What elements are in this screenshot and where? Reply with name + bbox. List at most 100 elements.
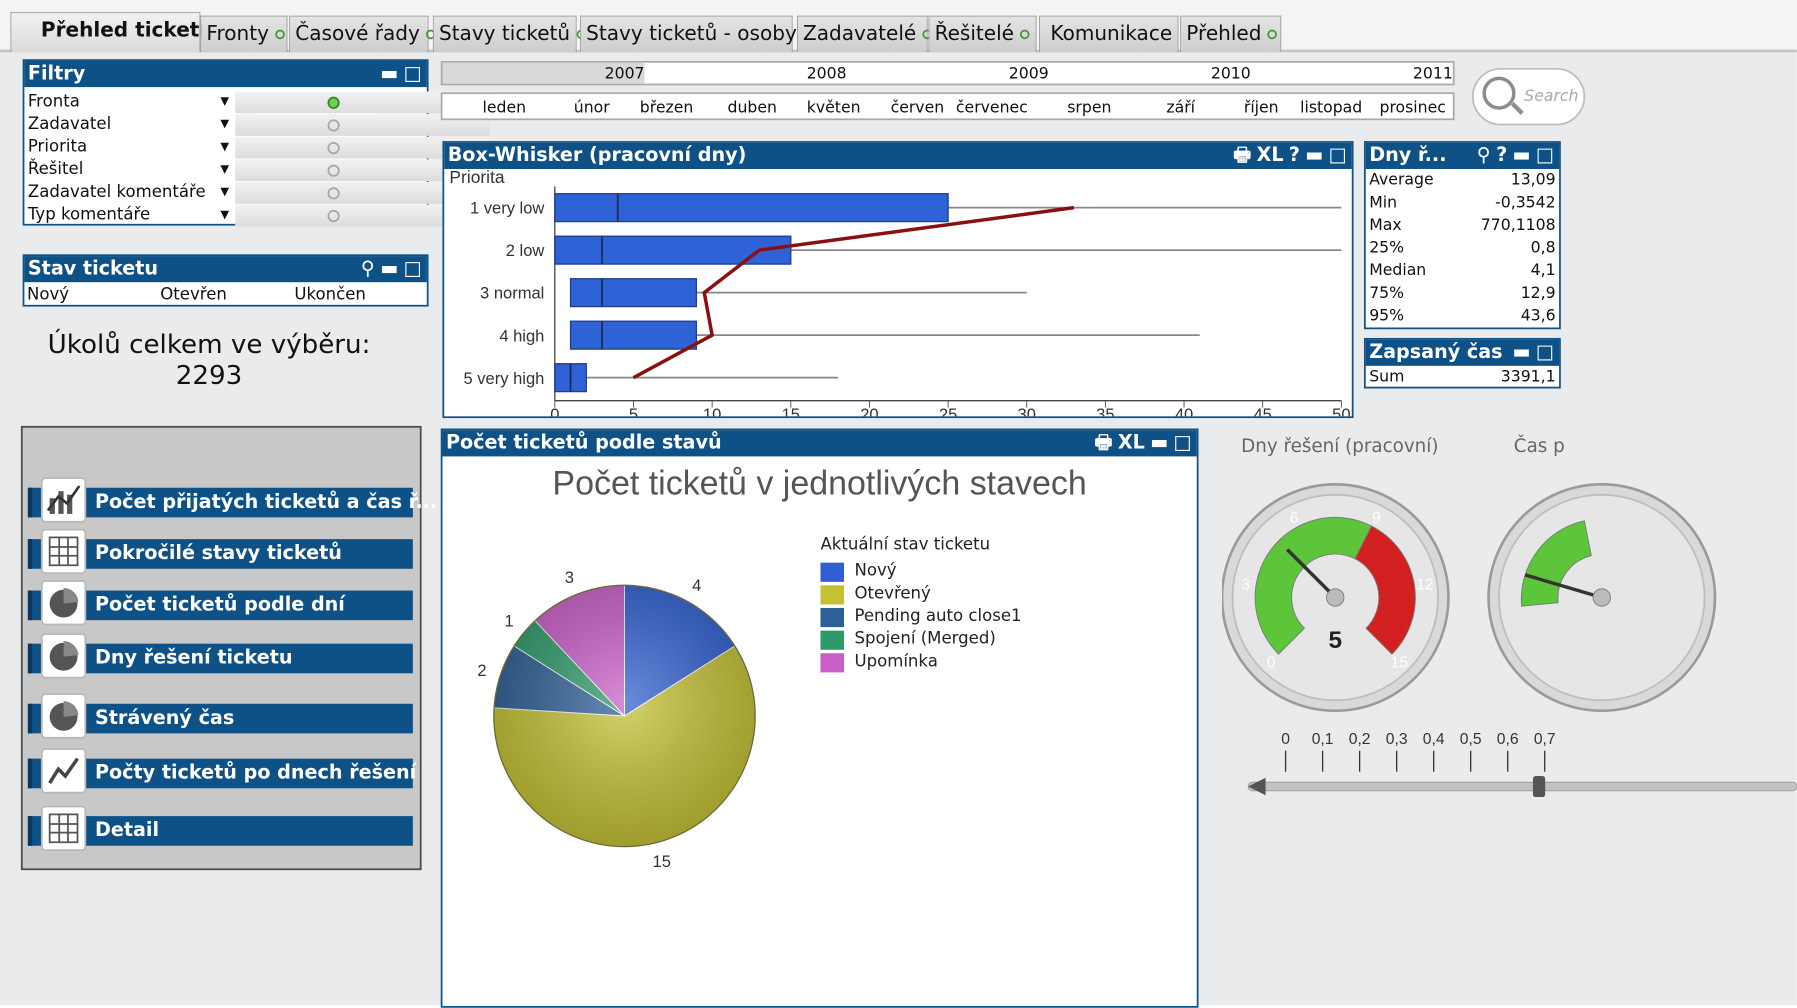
tab-resitele[interactable]: Řešitelé bbox=[928, 15, 1037, 53]
tab-stavy-ticketu-osoby[interactable]: Stavy ticketů - osoby bbox=[580, 15, 813, 53]
minimize-icon[interactable]: ▬ bbox=[1512, 341, 1530, 363]
minimize-icon[interactable]: ▬ bbox=[380, 63, 398, 85]
month-unor[interactable]: únor bbox=[526, 98, 610, 116]
tab-komunikace[interactable]: Komunikace bbox=[1039, 15, 1179, 53]
maximize-icon[interactable]: □ bbox=[1536, 145, 1554, 167]
nav-button-straveny-cas[interactable]: Strávený čas bbox=[27, 693, 413, 739]
status-value-ukoncen[interactable]: Ukončen bbox=[294, 285, 365, 304]
month-duben[interactable]: duben bbox=[693, 98, 777, 116]
month-listopad[interactable]: listopad bbox=[1279, 98, 1362, 116]
dropdown-arrow-icon[interactable]: ▼ bbox=[220, 202, 229, 227]
tab-label: Komunikace bbox=[1050, 22, 1173, 46]
month-brezen[interactable]: březen bbox=[610, 98, 694, 116]
month-prosinec[interactable]: prosinec bbox=[1362, 98, 1445, 116]
month-cervenec[interactable]: červenec bbox=[944, 98, 1028, 116]
minimize-icon[interactable]: ▬ bbox=[380, 258, 398, 280]
category-label: 2 low bbox=[506, 241, 545, 260]
help-icon[interactable]: ? bbox=[1289, 145, 1300, 167]
minimize-icon[interactable]: ▬ bbox=[1150, 432, 1168, 454]
stat-row: Max 770,1108 bbox=[1367, 214, 1557, 237]
tab-casove-rady[interactable]: Časové řady bbox=[289, 15, 436, 53]
box-whisker-title: Box-Whisker (pracovní dny) bbox=[447, 144, 747, 167]
stat-row: Sum 3391,1 bbox=[1367, 366, 1557, 389]
print-icon[interactable]: 🖶 bbox=[1095, 432, 1113, 454]
line-chart-icon bbox=[40, 748, 87, 794]
tab-label: Časové řady bbox=[295, 22, 420, 46]
range-slider[interactable]: 0 0,1 0,2 0,3 0,4 0,5 0,6 0,7 bbox=[1222, 728, 1797, 824]
stat-key: Max bbox=[1369, 216, 1402, 235]
table-icon bbox=[40, 528, 87, 574]
gauge-tick-label: 12 bbox=[1416, 576, 1433, 593]
x-tick-label: 40 bbox=[1175, 405, 1193, 417]
help-icon[interactable]: ? bbox=[1496, 145, 1507, 167]
y-axis-label: Priorita bbox=[449, 169, 504, 187]
pie-panel: Počet ticketů podle stavů 🖶 XL ▬ □ Počet ti… bbox=[440, 428, 1199, 1008]
table-icon bbox=[40, 805, 87, 851]
sheet-tab-bar: Přehled ticketů Fronty Časové řady Stavy… bbox=[0, 0, 1797, 53]
month-srpen[interactable]: srpen bbox=[1028, 98, 1111, 116]
nav-button-pokrocile-stavy[interactable]: Pokročilé stavy ticketů bbox=[27, 528, 413, 574]
pie-value-label: 15 bbox=[653, 852, 671, 871]
maximize-icon[interactable]: □ bbox=[1173, 432, 1191, 454]
dropdown-arrow-icon[interactable]: ▼ bbox=[220, 134, 229, 159]
month-rijen[interactable]: říjen bbox=[1195, 98, 1279, 116]
filter-row-typ-komentare[interactable]: Typ komentáře ▼ bbox=[26, 202, 494, 227]
filter-row-zadavatel-komentare[interactable]: Zadavatel komentáře ▼ bbox=[26, 179, 494, 204]
print-icon[interactable]: 🖶 bbox=[1233, 145, 1251, 167]
box-mark bbox=[554, 193, 949, 223]
filters-panel: Filtry ▬ □ Fronta ▼ Zadavatel ▼ Priorita ▼ Ř… bbox=[22, 59, 490, 227]
tab-label: Zadavatelé bbox=[803, 22, 917, 46]
filter-row-resitel[interactable]: Řešitel ▼ bbox=[26, 157, 494, 182]
search-icon[interactable]: ⚲ bbox=[361, 258, 375, 280]
year-2011[interactable]: 2011 bbox=[1251, 64, 1453, 82]
month-leden[interactable]: leden bbox=[442, 98, 527, 116]
search-icon[interactable]: ⚲ bbox=[1477, 145, 1491, 167]
tab-zadavatele[interactable]: Zadavatelé bbox=[796, 15, 932, 53]
status-circle-icon bbox=[327, 141, 340, 155]
maximize-icon[interactable]: □ bbox=[1536, 341, 1554, 363]
year-2008[interactable]: 2008 bbox=[645, 64, 847, 82]
dropdown-arrow-icon[interactable]: ▼ bbox=[220, 89, 229, 114]
stat-value: 12,9 bbox=[1520, 283, 1556, 303]
tab-stavy-ticketu[interactable]: Stavy ticketů bbox=[432, 15, 586, 53]
stat-key: Sum bbox=[1369, 367, 1405, 386]
maximize-icon[interactable]: □ bbox=[403, 258, 421, 280]
gauge-value-text: 5 bbox=[1328, 627, 1342, 654]
nav-button-prijate-tickety[interactable]: Počet přijatých ticketů a čas ř... bbox=[27, 477, 437, 523]
pie-chart-icon bbox=[40, 633, 87, 679]
box-whisker-panel: Box-Whisker (pracovní dny) 🖶 XL? ▬ □ Priori… bbox=[442, 141, 1354, 419]
year-2009[interactable]: 2009 bbox=[847, 64, 1049, 82]
status-value-otevren[interactable]: Otevřen bbox=[160, 285, 227, 304]
search-box[interactable]: Search bbox=[1471, 67, 1586, 126]
month-kveten[interactable]: květen bbox=[777, 98, 861, 116]
x-tick-label: 20 bbox=[860, 405, 878, 417]
status-value-novy[interactable]: Nový bbox=[27, 285, 69, 304]
year-2007[interactable]: 2007 bbox=[442, 64, 645, 82]
month-zari[interactable]: září bbox=[1111, 98, 1195, 116]
dropdown-arrow-icon[interactable]: ▼ bbox=[220, 157, 229, 182]
month-cerven[interactable]: červen bbox=[861, 98, 945, 116]
tab-fronty[interactable]: Fronty bbox=[200, 15, 288, 53]
excel-icon[interactable]: XL bbox=[1118, 432, 1145, 454]
stat-row: Median 4,1 bbox=[1367, 260, 1557, 283]
minimize-icon[interactable]: ▬ bbox=[1512, 145, 1530, 167]
filter-row-zadavatel[interactable]: Zadavatel ▼ bbox=[26, 111, 494, 136]
dropdown-arrow-icon[interactable]: ▼ bbox=[220, 111, 229, 136]
stat-key: Median bbox=[1369, 261, 1427, 280]
status-circle-icon bbox=[327, 187, 340, 200]
ticket-status-caption: Stav ticketu ⚲ ▬ □ bbox=[24, 256, 427, 283]
year-2010[interactable]: 2010 bbox=[1049, 64, 1251, 82]
nav-button-detail[interactable]: Detail bbox=[27, 805, 413, 851]
tab-prehled-ticketu[interactable]: Přehled ticketů bbox=[10, 12, 214, 53]
minimize-icon[interactable]: ▬ bbox=[1305, 145, 1323, 167]
nav-button-dny-reseni[interactable]: Dny řešení ticketu bbox=[27, 633, 413, 679]
maximize-icon[interactable]: □ bbox=[403, 63, 421, 85]
dropdown-arrow-icon[interactable]: ▼ bbox=[220, 179, 229, 204]
filter-row-priorita[interactable]: Priorita ▼ bbox=[26, 134, 494, 159]
excel-icon[interactable]: XL bbox=[1257, 145, 1284, 167]
filter-row-fronta[interactable]: Fronta ▼ bbox=[26, 89, 494, 114]
tab-prehled[interactable]: Přehled bbox=[1180, 15, 1282, 53]
nav-button-tickety-podle-dni[interactable]: Počet ticketů podle dní bbox=[27, 580, 413, 626]
maximize-icon[interactable]: □ bbox=[1328, 145, 1346, 167]
nav-button-pocty-po-dnech[interactable]: Počty ticketů po dnech řešení bbox=[27, 748, 416, 794]
